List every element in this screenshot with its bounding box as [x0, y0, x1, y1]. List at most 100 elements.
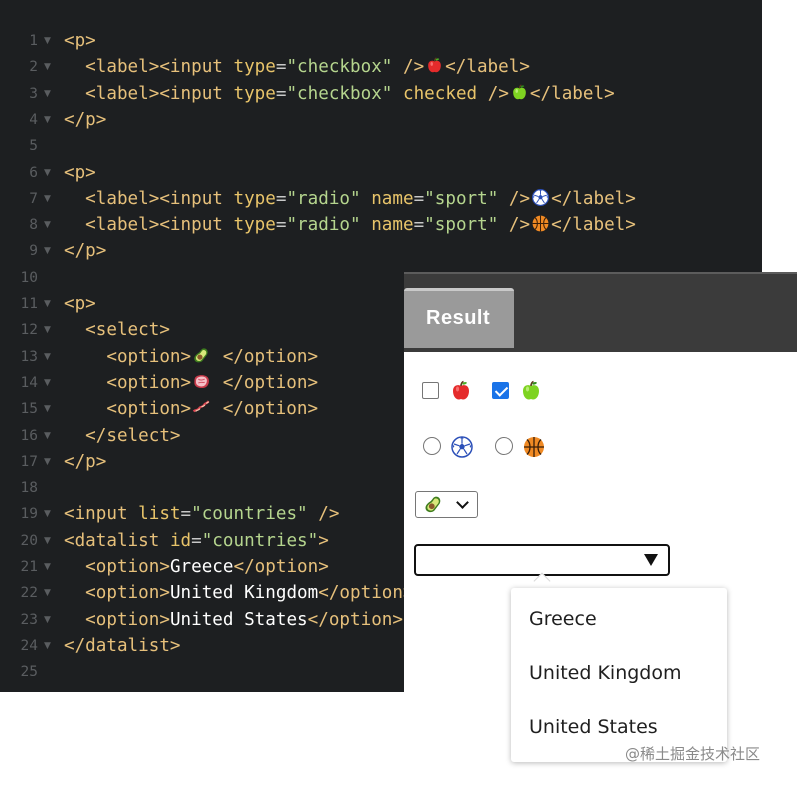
fold-arrow-icon[interactable]: ▼ [44, 633, 51, 659]
code-text: <label><input type="radio" name="sport" … [64, 186, 636, 212]
fold-arrow-icon[interactable]: ▼ [44, 160, 51, 186]
code-token: </option> [318, 583, 414, 604]
green-apple-icon [519, 379, 543, 403]
line-number: 5 [29, 138, 38, 155]
code-token: /> [498, 215, 531, 236]
code-text: <p> [64, 160, 96, 186]
code-text: <p> [64, 28, 96, 54]
line-number: 14 [20, 374, 38, 391]
code-token: /> [498, 188, 531, 209]
fold-arrow-icon[interactable]: ▼ [44, 501, 51, 527]
dropdown-option-united-states[interactable]: United States [529, 712, 658, 742]
basketball-icon [531, 214, 550, 233]
code-token: /> [307, 504, 340, 525]
code-line: 1 ▼ <p> [0, 28, 762, 54]
code-token: = [413, 215, 425, 236]
code-text: </select> [64, 423, 181, 449]
fold-arrow-icon[interactable]: ▼ [44, 344, 51, 370]
fold-arrow-icon[interactable]: ▼ [44, 28, 51, 54]
countries-input[interactable] [414, 544, 670, 576]
code-token: name [371, 188, 414, 209]
apple-red-icon [425, 56, 444, 75]
avocado-icon [192, 346, 211, 365]
code-text: <p> [64, 291, 96, 317]
code-text: <input list="countries" /> [64, 501, 339, 527]
apple-checkbox-unchecked[interactable] [422, 382, 439, 399]
line-number: 2 [29, 59, 38, 76]
dropdown-option-greece[interactable]: Greece [529, 604, 597, 634]
fold-arrow-icon[interactable]: ▼ [44, 81, 51, 107]
code-token: <label><input [64, 57, 234, 78]
meat-icon [192, 372, 211, 391]
fold-arrow-icon[interactable]: ▼ [44, 212, 51, 238]
code-token: </label> [445, 57, 530, 78]
fold-arrow-icon[interactable]: ▼ [44, 238, 51, 264]
code-token: id [169, 530, 192, 551]
line-number: 3 [29, 85, 38, 102]
line-number: 11 [20, 296, 38, 312]
fold-arrow-icon[interactable]: ▼ [44, 528, 51, 554]
fold-arrow-icon[interactable]: ▼ [44, 449, 51, 475]
apple-green-icon [510, 83, 529, 102]
code-text: <option>United States</option> [64, 607, 403, 633]
code-text: </p> [64, 107, 106, 133]
code-token: <input [64, 504, 139, 525]
line-number: 21 [20, 559, 38, 575]
code-token: "checkbox" [286, 83, 393, 104]
fold-arrow-icon[interactable]: ▼ [44, 186, 51, 212]
dropdown-option-united-kingdom[interactable]: United Kingdom [529, 658, 682, 688]
tab-result[interactable]: Result [404, 288, 514, 348]
avocado-icon [423, 494, 444, 515]
bacon-icon [192, 398, 211, 417]
code-line: 9 ▼ </p> [0, 238, 762, 264]
fold-arrow-icon[interactable]: ▼ [44, 370, 51, 396]
fold-arrow-icon[interactable]: ▼ [44, 107, 51, 133]
code-token: </label> [551, 215, 636, 236]
soccer-ball-icon [531, 188, 550, 207]
line-number: 8 [29, 217, 38, 234]
fold-arrow-icon[interactable]: ▼ [44, 317, 51, 343]
basketball-icon [522, 435, 546, 459]
dropdown-arrow-icon[interactable] [644, 554, 658, 566]
sport-radio-soccer[interactable] [423, 437, 441, 455]
fold-arrow-icon[interactable]: ▼ [44, 396, 51, 422]
food-select[interactable] [415, 491, 478, 518]
fold-arrow-icon[interactable]: ▼ [44, 54, 51, 80]
code-token: > [318, 530, 329, 551]
fold-arrow-icon[interactable]: ▼ [44, 423, 51, 449]
code-token: "countries" [201, 530, 319, 551]
code-token: Greece [169, 557, 234, 577]
code-token: <label><input [64, 83, 234, 104]
fold-arrow-icon[interactable]: ▼ [44, 580, 51, 606]
line-number: 16 [20, 427, 38, 444]
fold-arrow-icon[interactable]: ▼ [44, 607, 51, 633]
line-number: 23 [20, 611, 38, 628]
code-token: checked [402, 83, 478, 104]
sport-radio-basketball[interactable] [495, 437, 513, 455]
code-token: = [275, 188, 287, 209]
code-token: </option> [212, 372, 319, 393]
fold-arrow-icon[interactable]: ▼ [44, 554, 51, 580]
code-token: <option> [64, 346, 192, 367]
code-text: <option> </option> [64, 344, 318, 370]
line-number: 6 [29, 164, 38, 181]
code-token: </select> [64, 425, 181, 446]
code-text: <option> </option> [64, 370, 318, 396]
code-token: type [233, 83, 276, 104]
fold-arrow-icon[interactable]: ▼ [44, 291, 51, 317]
apple-checkbox-checked[interactable] [492, 382, 509, 399]
code-token: <select> [64, 320, 170, 341]
code-text: <label><input type="radio" name="sport" … [64, 212, 636, 238]
code-token: </option> [307, 609, 403, 630]
line-number: 4 [29, 111, 38, 128]
code-token: <p> [64, 31, 96, 51]
red-apple-icon [449, 379, 473, 403]
code-token: <label><input [64, 215, 234, 236]
line-number: 7 [29, 190, 38, 207]
code-line: 5 [0, 133, 762, 159]
code-token: "radio" [286, 188, 361, 209]
code-line: 2 ▼ <label><input type="checkbox" /> </lab… [0, 54, 762, 80]
code-token: <option> [64, 609, 170, 630]
